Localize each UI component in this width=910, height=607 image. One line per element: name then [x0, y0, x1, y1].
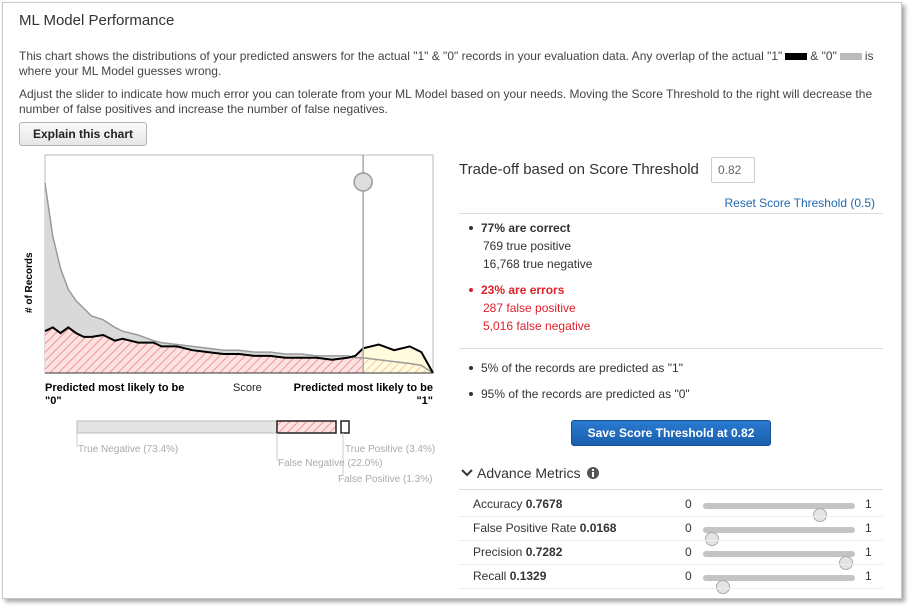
bullet-icon — [469, 365, 473, 370]
adjust-text: Adjust the slider to indicate how much e… — [19, 87, 873, 116]
intro-line1-mid: & "0" — [810, 49, 837, 63]
metric-max-label: 1 — [865, 569, 872, 583]
metric-min-label: 0 — [685, 545, 692, 559]
black-swatch — [785, 53, 808, 61]
bullet-icon — [469, 287, 473, 292]
intro-line2: where your ML Model guesses wrong. — [19, 64, 222, 78]
true-negative-count: 16,768 true negative — [483, 257, 593, 271]
advance-metrics-title: Advance Metrics — [477, 465, 581, 481]
metric-row: Accuracy 0.7678 0 1 — [459, 493, 883, 522]
app-frame: ML Model Performance This chart shows th… — [2, 2, 902, 599]
metric-slider-track[interactable] — [703, 551, 855, 570]
right-label-2: "1" — [416, 395, 433, 407]
advance-metrics-toggle[interactable]: Advance Metrics — [461, 465, 600, 481]
page-title: ML Model Performance — [19, 12, 175, 29]
metric-value: 0.7678 — [525, 497, 563, 511]
metric-name: Recall 0.1329 — [473, 569, 547, 583]
true-positive-segment — [340, 420, 350, 434]
correct-summary: 77% are correct — [469, 219, 570, 237]
metric-max-label: 1 — [865, 545, 872, 559]
metric-max-label: 1 — [865, 521, 872, 535]
false-negative-segment — [276, 420, 337, 434]
true-positive-label: True Positive (3.4%) — [345, 444, 436, 455]
reset-threshold-link[interactable]: Reset Score Threshold (0.5) — [724, 196, 875, 210]
metric-min-label: 0 — [685, 569, 692, 583]
metric-min-label: 0 — [685, 521, 692, 535]
intro-line1: This chart shows the distributions of yo… — [19, 49, 783, 63]
predicted-0-summary: 95% of the records are predicted as "0" — [469, 385, 690, 403]
false-negative-count: 5,016 false negative — [483, 319, 591, 333]
metric-max-label: 1 — [865, 497, 872, 511]
metric-name: Precision 0.7282 — [473, 545, 563, 559]
metric-row: False Positive Rate 0.0168 0 1 — [459, 517, 883, 546]
explain-chart-button[interactable]: Explain this chart — [19, 122, 147, 146]
metric-slider-handle[interactable] — [716, 580, 731, 594]
intro-line1-end: is — [864, 49, 874, 63]
bullet-icon — [469, 225, 473, 230]
metric-value: 0.1329 — [509, 569, 547, 583]
save-threshold-button[interactable]: Save Score Threshold at 0.82 — [571, 420, 771, 446]
score-threshold-input[interactable] — [711, 157, 755, 183]
metric-row: Recall 0.1329 0 1 — [459, 565, 883, 594]
left-label-2: "0" — [45, 395, 62, 407]
metric-slider-track[interactable] — [703, 527, 855, 546]
metric-name: Accuracy 0.7678 — [473, 497, 563, 511]
true-positive-count: 769 true positive — [483, 239, 572, 253]
false-positive-label: False Positive (1.3%) — [338, 474, 433, 485]
right-label-1: Predicted most likely to be — [294, 382, 433, 394]
info-icon[interactable] — [586, 466, 600, 480]
metric-value: 0.0168 — [579, 521, 617, 535]
metric-value: 0.7282 — [525, 545, 563, 559]
chevron-down-icon — [461, 469, 473, 477]
left-label-1: Predicted most likely to be — [45, 382, 184, 394]
bullet-icon — [469, 391, 473, 396]
divider — [459, 489, 883, 490]
threshold-slider-handle[interactable] — [353, 172, 373, 192]
false-positive-count: 287 false positive — [483, 301, 576, 315]
divider — [459, 348, 883, 349]
errors-summary: 23% are errors — [469, 281, 564, 299]
tradeoff-title: Trade-off based on Score Threshold — [459, 161, 699, 178]
metric-name: False Positive Rate 0.0168 — [473, 521, 617, 535]
true-negative-label: True Negative (73.4%) — [78, 444, 179, 455]
metric-slider-track[interactable] — [703, 575, 855, 594]
true-negative-segment — [76, 420, 278, 434]
predicted-1-summary: 5% of the records are predicted as "1" — [469, 359, 683, 377]
metric-slider-track[interactable] — [703, 503, 855, 522]
row-separator — [459, 588, 883, 589]
x-axis-label: Score — [233, 382, 262, 394]
divider — [459, 213, 883, 214]
intro-text: This chart shows the distributions of yo… — [19, 49, 889, 79]
metric-min-label: 0 — [685, 497, 692, 511]
metric-row: Precision 0.7282 0 1 — [459, 541, 883, 570]
y-axis-label: # of Records — [24, 252, 35, 313]
false-negative-label: False Negative (22.0%) — [278, 458, 383, 469]
gray-swatch — [839, 53, 862, 61]
